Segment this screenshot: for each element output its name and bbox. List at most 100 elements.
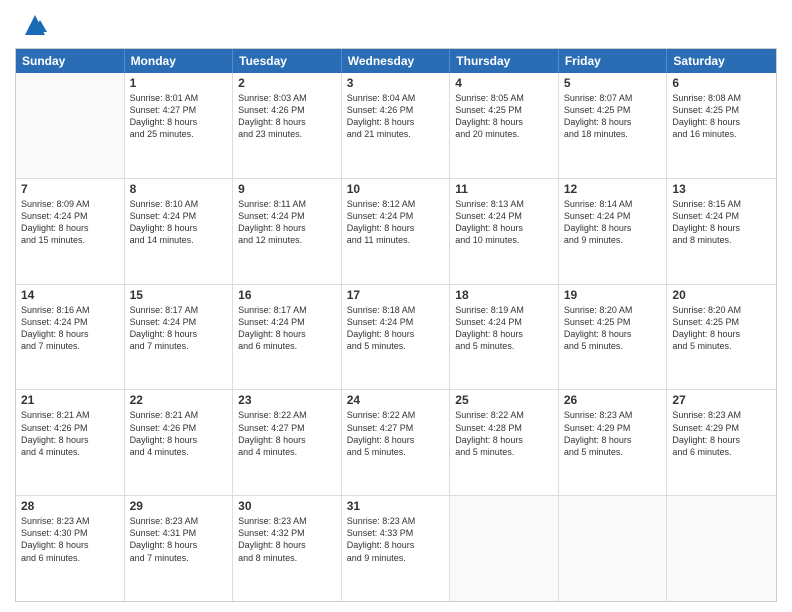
day-number: 21 xyxy=(21,393,119,407)
day-info: Sunrise: 8:09 AMSunset: 4:24 PMDaylight:… xyxy=(21,198,119,247)
calendar-cell: 21 Sunrise: 8:21 AMSunset: 4:26 PMDayligh… xyxy=(16,390,125,495)
day-info: Sunrise: 8:23 AMSunset: 4:29 PMDaylight:… xyxy=(672,409,771,458)
day-info: Sunrise: 8:23 AMSunset: 4:29 PMDaylight:… xyxy=(564,409,662,458)
calendar-row-4: 28 Sunrise: 8:23 AMSunset: 4:30 PMDayligh… xyxy=(16,495,776,601)
calendar-cell: 8Sunrise: 8:10 AMSunset: 4:24 PMDaylight… xyxy=(125,179,234,284)
calendar-cell: 14 Sunrise: 8:16 AMSunset: 4:24 PMDayligh… xyxy=(16,285,125,390)
day-number: 31 xyxy=(347,499,445,513)
day-number: 16 xyxy=(238,288,336,302)
calendar-row-0: 1Sunrise: 8:01 AMSunset: 4:27 PMDaylight… xyxy=(16,73,776,178)
calendar-cell: 19 Sunrise: 8:20 AMSunset: 4:25 PMDayligh… xyxy=(559,285,668,390)
calendar-cell: 22Sunrise: 8:21 AMSunset: 4:26 PMDayligh… xyxy=(125,390,234,495)
calendar-cell: 29 Sunrise: 8:23 AMSunset: 4:31 PMDayligh… xyxy=(125,496,234,601)
day-number: 28 xyxy=(21,499,119,513)
day-number: 19 xyxy=(564,288,662,302)
day-info: Sunrise: 8:23 AMSunset: 4:31 PMDaylight:… xyxy=(130,515,228,564)
calendar-cell: 28 Sunrise: 8:23 AMSunset: 4:30 PMDayligh… xyxy=(16,496,125,601)
day-info: Sunrise: 8:23 AMSunset: 4:32 PMDaylight:… xyxy=(238,515,336,564)
day-info: Sunrise: 8:14 AMSunset: 4:24 PMDaylight:… xyxy=(564,198,662,247)
calendar-cell xyxy=(450,496,559,601)
header-day-wednesday: Wednesday xyxy=(342,49,451,73)
calendar-cell: 16 Sunrise: 8:17 AMSunset: 4:24 PMDayligh… xyxy=(233,285,342,390)
day-info: Sunrise: 8:13 AMSunset: 4:24 PMDaylight:… xyxy=(455,198,553,247)
day-number: 11 xyxy=(455,182,553,196)
header-day-friday: Friday xyxy=(559,49,668,73)
day-number: 12 xyxy=(564,182,662,196)
day-info: Sunrise: 8:17 AMSunset: 4:24 PMDaylight:… xyxy=(130,304,228,353)
day-info: Sunrise: 8:22 AMSunset: 4:28 PMDaylight:… xyxy=(455,409,553,458)
day-number: 15 xyxy=(130,288,228,302)
day-number: 3 xyxy=(347,76,445,90)
day-info: Sunrise: 8:22 AMSunset: 4:27 PMDaylight:… xyxy=(347,409,445,458)
calendar-cell: 30Sunrise: 8:23 AMSunset: 4:32 PMDayligh… xyxy=(233,496,342,601)
day-info: Sunrise: 8:21 AMSunset: 4:26 PMDaylight:… xyxy=(21,409,119,458)
day-number: 22 xyxy=(130,393,228,407)
calendar-cell: 5Sunrise: 8:07 AMSunset: 4:25 PMDaylight… xyxy=(559,73,668,178)
header-day-saturday: Saturday xyxy=(667,49,776,73)
header-day-monday: Monday xyxy=(125,49,234,73)
day-number: 4 xyxy=(455,76,553,90)
calendar-cell: 11 Sunrise: 8:13 AMSunset: 4:24 PMDayligh… xyxy=(450,179,559,284)
calendar-cell: 17Sunrise: 8:18 AMSunset: 4:24 PMDayligh… xyxy=(342,285,451,390)
calendar-cell: 10 Sunrise: 8:12 AMSunset: 4:24 PMDayligh… xyxy=(342,179,451,284)
page: SundayMondayTuesdayWednesdayThursdayFrid… xyxy=(0,0,792,612)
day-info: Sunrise: 8:20 AMSunset: 4:25 PMDaylight:… xyxy=(564,304,662,353)
calendar-body: 1Sunrise: 8:01 AMSunset: 4:27 PMDaylight… xyxy=(16,73,776,601)
day-info: Sunrise: 8:08 AMSunset: 4:25 PMDaylight:… xyxy=(672,92,771,141)
day-info: Sunrise: 8:23 AMSunset: 4:30 PMDaylight:… xyxy=(21,515,119,564)
day-info: Sunrise: 8:03 AMSunset: 4:26 PMDaylight:… xyxy=(238,92,336,141)
day-number: 10 xyxy=(347,182,445,196)
day-number: 20 xyxy=(672,288,771,302)
day-info: Sunrise: 8:23 AMSunset: 4:33 PMDaylight:… xyxy=(347,515,445,564)
day-number: 13 xyxy=(672,182,771,196)
day-number: 9 xyxy=(238,182,336,196)
calendar-cell: 15 Sunrise: 8:17 AMSunset: 4:24 PMDayligh… xyxy=(125,285,234,390)
day-info: Sunrise: 8:05 AMSunset: 4:25 PMDaylight:… xyxy=(455,92,553,141)
calendar-cell: 6 Sunrise: 8:08 AMSunset: 4:25 PMDaylight… xyxy=(667,73,776,178)
day-number: 25 xyxy=(455,393,553,407)
calendar-row-1: 7 Sunrise: 8:09 AMSunset: 4:24 PMDaylight… xyxy=(16,178,776,284)
day-number: 27 xyxy=(672,393,771,407)
day-number: 18 xyxy=(455,288,553,302)
calendar-cell: 26Sunrise: 8:23 AMSunset: 4:29 PMDayligh… xyxy=(559,390,668,495)
calendar-cell: 31 Sunrise: 8:23 AMSunset: 4:33 PMDayligh… xyxy=(342,496,451,601)
day-number: 8 xyxy=(130,182,228,196)
calendar-cell xyxy=(16,73,125,178)
day-number: 29 xyxy=(130,499,228,513)
day-info: Sunrise: 8:15 AMSunset: 4:24 PMDaylight:… xyxy=(672,198,771,247)
calendar-cell: 18Sunrise: 8:19 AMSunset: 4:24 PMDayligh… xyxy=(450,285,559,390)
calendar-cell: 9 Sunrise: 8:11 AMSunset: 4:24 PMDaylight… xyxy=(233,179,342,284)
day-number: 7 xyxy=(21,182,119,196)
calendar-header: SundayMondayTuesdayWednesdayThursdayFrid… xyxy=(16,49,776,73)
header xyxy=(15,10,777,40)
day-info: Sunrise: 8:11 AMSunset: 4:24 PMDaylight:… xyxy=(238,198,336,247)
day-info: Sunrise: 8:01 AMSunset: 4:27 PMDaylight:… xyxy=(130,92,228,141)
logo-icon xyxy=(20,10,50,40)
calendar-cell: 20 Sunrise: 8:20 AMSunset: 4:25 PMDayligh… xyxy=(667,285,776,390)
day-number: 14 xyxy=(21,288,119,302)
calendar-cell: 7 Sunrise: 8:09 AMSunset: 4:24 PMDaylight… xyxy=(16,179,125,284)
calendar-cell: 13 Sunrise: 8:15 AMSunset: 4:24 PMDayligh… xyxy=(667,179,776,284)
calendar-cell: 1Sunrise: 8:01 AMSunset: 4:27 PMDaylight… xyxy=(125,73,234,178)
day-info: Sunrise: 8:22 AMSunset: 4:27 PMDaylight:… xyxy=(238,409,336,458)
day-info: Sunrise: 8:16 AMSunset: 4:24 PMDaylight:… xyxy=(21,304,119,353)
day-info: Sunrise: 8:17 AMSunset: 4:24 PMDaylight:… xyxy=(238,304,336,353)
day-info: Sunrise: 8:20 AMSunset: 4:25 PMDaylight:… xyxy=(672,304,771,353)
calendar-cell: 3Sunrise: 8:04 AMSunset: 4:26 PMDaylight… xyxy=(342,73,451,178)
calendar: SundayMondayTuesdayWednesdayThursdayFrid… xyxy=(15,48,777,602)
day-number: 6 xyxy=(672,76,771,90)
day-info: Sunrise: 8:18 AMSunset: 4:24 PMDaylight:… xyxy=(347,304,445,353)
day-number: 5 xyxy=(564,76,662,90)
calendar-cell: 2Sunrise: 8:03 AMSunset: 4:26 PMDaylight… xyxy=(233,73,342,178)
calendar-cell: 24Sunrise: 8:22 AMSunset: 4:27 PMDayligh… xyxy=(342,390,451,495)
header-day-thursday: Thursday xyxy=(450,49,559,73)
day-number: 23 xyxy=(238,393,336,407)
calendar-row-2: 14 Sunrise: 8:16 AMSunset: 4:24 PMDayligh… xyxy=(16,284,776,390)
calendar-cell: 25 Sunrise: 8:22 AMSunset: 4:28 PMDayligh… xyxy=(450,390,559,495)
calendar-cell: 27 Sunrise: 8:23 AMSunset: 4:29 PMDayligh… xyxy=(667,390,776,495)
calendar-row-3: 21 Sunrise: 8:21 AMSunset: 4:26 PMDayligh… xyxy=(16,389,776,495)
header-day-tuesday: Tuesday xyxy=(233,49,342,73)
logo xyxy=(15,10,50,40)
calendar-cell: 4 Sunrise: 8:05 AMSunset: 4:25 PMDaylight… xyxy=(450,73,559,178)
day-info: Sunrise: 8:12 AMSunset: 4:24 PMDaylight:… xyxy=(347,198,445,247)
